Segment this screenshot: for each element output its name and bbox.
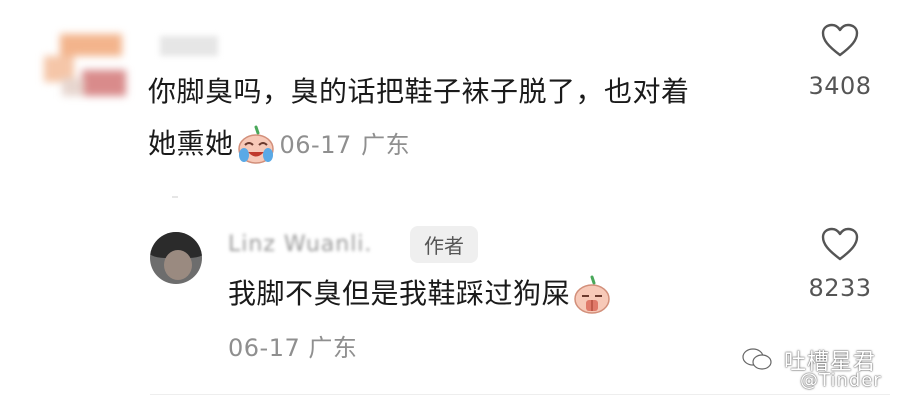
username[interactable] bbox=[160, 36, 218, 56]
like-button[interactable] bbox=[820, 22, 860, 62]
comment-location: 广东 bbox=[361, 131, 411, 159]
praying-emoji-icon bbox=[572, 275, 612, 315]
heart-icon bbox=[821, 23, 859, 57]
crying-laughing-emoji-icon bbox=[236, 125, 276, 165]
wechat-icon bbox=[742, 348, 772, 370]
comment-date: 06-17 bbox=[279, 131, 352, 159]
comment-text-line2: 她熏她 06-17 广东 bbox=[148, 118, 410, 171]
reply-text-content: 我脚不臭但是我鞋踩过狗屎 bbox=[228, 277, 571, 310]
divider bbox=[150, 394, 890, 395]
like-button[interactable] bbox=[820, 226, 860, 266]
comment-text-line1: 你脚臭吗，臭的话把鞋子袜子脱了，也对着 bbox=[148, 75, 690, 108]
avatar[interactable] bbox=[150, 232, 202, 284]
comment-text-continued: 她熏她 bbox=[148, 127, 234, 160]
author-badge: 作者 bbox=[410, 226, 478, 263]
like-count: 8233 bbox=[808, 274, 872, 302]
avatar[interactable] bbox=[38, 30, 130, 102]
reply-text: 我脚不臭但是我鞋踩过狗屎 bbox=[228, 268, 616, 320]
like-count: 3408 bbox=[808, 72, 872, 100]
reply-username[interactable]: Linz Wuanli. bbox=[228, 232, 372, 257]
reply-meta: 06-17 广东 bbox=[228, 328, 357, 363]
divider bbox=[172, 196, 178, 198]
reply-location: 广东 bbox=[308, 334, 358, 362]
reply-date: 06-17 bbox=[228, 334, 301, 362]
watermark-handle: @Tinder bbox=[800, 370, 882, 391]
heart-icon bbox=[821, 227, 859, 261]
